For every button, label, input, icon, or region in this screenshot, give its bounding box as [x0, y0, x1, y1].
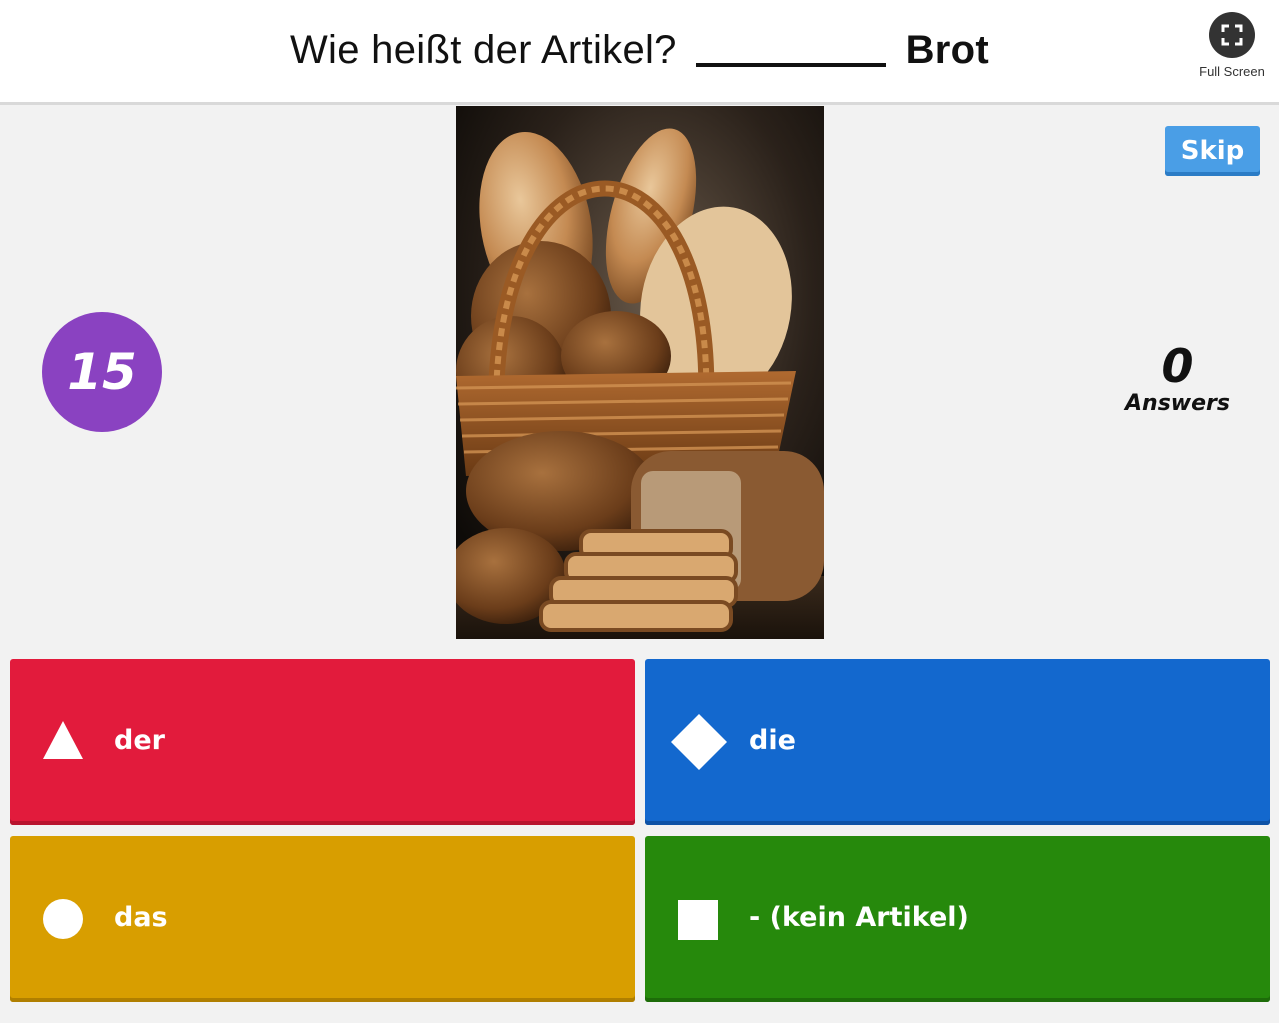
- question-word: Brot: [905, 28, 989, 72]
- question-prompt: Wie heißt der Artikel?: [289, 28, 677, 72]
- skip-button[interactable]: Skip: [1165, 126, 1260, 176]
- triangle-icon: [43, 721, 83, 759]
- answer-option-kein-artikel[interactable]: - (kein Artikel): [645, 836, 1270, 1002]
- square-icon: [678, 900, 718, 940]
- circle-icon: [43, 899, 83, 939]
- bread-basket-photo: [456, 106, 824, 639]
- answer-option-das[interactable]: das: [10, 836, 635, 1002]
- answer-option-der[interactable]: der: [10, 659, 635, 825]
- answer-option-die[interactable]: die: [645, 659, 1270, 825]
- answer-blank: [696, 63, 887, 67]
- answer-label: das: [114, 902, 168, 933]
- answer-label: der: [114, 725, 165, 756]
- countdown-timer: 15: [42, 312, 162, 432]
- answers-count-number: 0: [1161, 339, 1194, 393]
- fullscreen-icon: [1209, 12, 1255, 58]
- answer-label: - (kein Artikel): [749, 902, 969, 933]
- fullscreen-label: Full Screen: [1199, 64, 1265, 79]
- question-image: [456, 106, 824, 639]
- answer-label: die: [749, 725, 796, 756]
- fullscreen-button[interactable]: Full Screen: [1197, 12, 1267, 79]
- diamond-icon: [671, 714, 727, 770]
- question-text: Wie heißt der Artikel? Brot: [0, 28, 1279, 73]
- answers-counter: 0 Answers: [1120, 340, 1235, 416]
- top-bar: Wie heißt der Artikel? Brot Full Screen: [0, 0, 1279, 105]
- answers-count-label: Answers: [1125, 391, 1230, 416]
